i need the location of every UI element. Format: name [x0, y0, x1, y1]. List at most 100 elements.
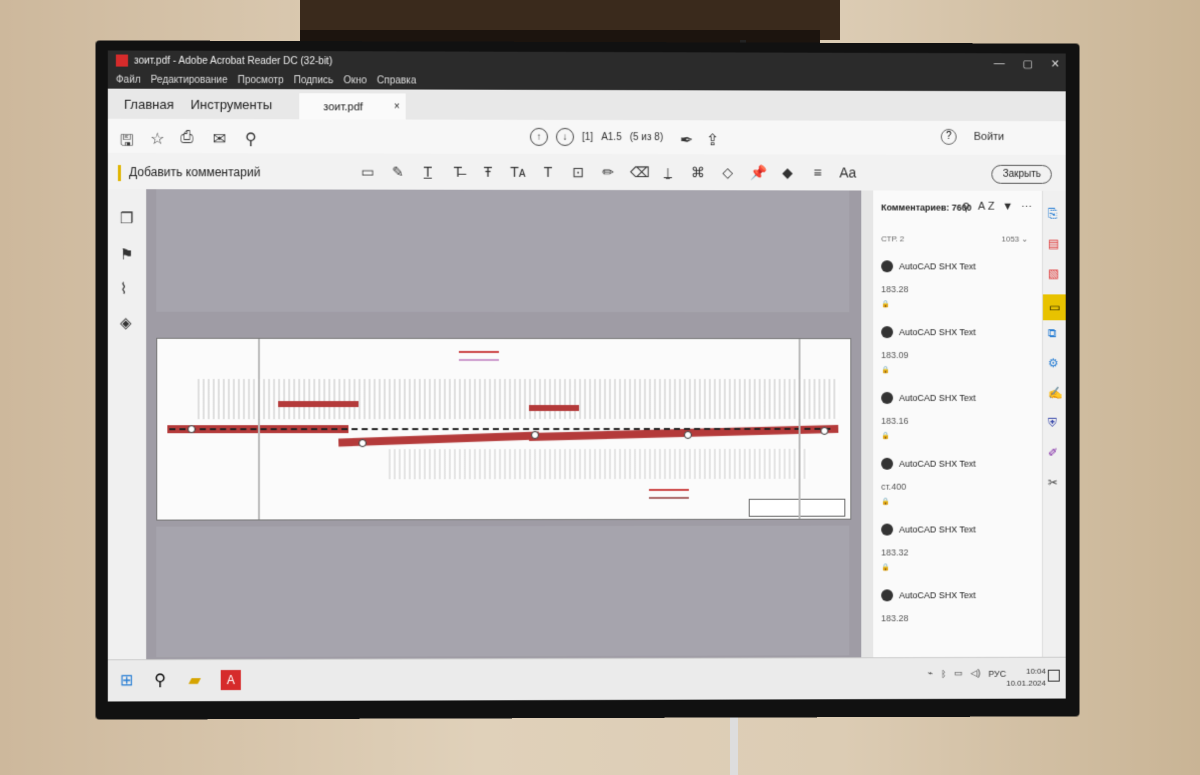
layers-icon[interactable]: ◈	[120, 314, 132, 332]
menu-view[interactable]: Просмотр	[238, 74, 284, 85]
next-page	[156, 525, 850, 658]
road-spur	[528, 405, 580, 412]
fill-sign-icon[interactable]: ✍	[1048, 386, 1063, 400]
add-text-icon[interactable]: T	[540, 164, 556, 181]
comment-text: 183.28	[881, 284, 909, 295]
menu-edit[interactable]: Редактирование	[151, 74, 228, 85]
lock-icon: 🔒	[881, 564, 890, 572]
document-scrollbar[interactable]	[861, 190, 874, 658]
help-icon[interactable]: ?	[940, 128, 957, 145]
text-box-icon[interactable]: ⊡	[570, 164, 586, 181]
tab-home[interactable]: Главная	[124, 97, 174, 112]
bookmark-icon[interactable]: ⚑	[120, 245, 134, 263]
screen: зоит.pdf - Adobe Acrobat Reader DC (32-b…	[107, 50, 1066, 702]
strikethrough-icon[interactable]: T̶	[450, 164, 466, 181]
menu-file[interactable]: Файл	[116, 74, 141, 85]
scan-ocr-icon[interactable]: ⚙	[1048, 356, 1059, 370]
lock-icon: 🔒	[881, 498, 890, 506]
minimize-button[interactable]: —	[994, 57, 1005, 69]
file-explorer-icon[interactable]: ▰	[189, 670, 201, 690]
protect-icon[interactable]: ⛨	[1048, 416, 1057, 431]
comment-author: AutoCAD SHX Text	[899, 392, 976, 403]
language-indicator[interactable]: РУС	[988, 668, 1006, 678]
notifications-icon[interactable]	[1047, 669, 1060, 682]
clock-time: 10:04	[1026, 666, 1046, 676]
comment-type-icon	[881, 391, 894, 404]
comments-page-label: СТР. 2	[881, 234, 905, 244]
bluetooth-icon[interactable]: ᛒ	[941, 668, 946, 678]
tab-document[interactable]: зоит.pdf ×	[299, 93, 406, 120]
print-icon[interactable]: ⎙	[180, 129, 193, 147]
font-size-icon[interactable]: Aa	[839, 165, 856, 182]
document-viewport[interactable]	[146, 189, 862, 660]
pin-icon[interactable]: 📌	[750, 164, 767, 181]
email-icon[interactable]: ✉	[213, 129, 227, 149]
sticky-note-icon[interactable]: ▭	[360, 164, 376, 181]
previous-page	[156, 189, 850, 313]
tab-tools[interactable]: Инструменты	[191, 97, 273, 112]
comment-toolbar: Добавить комментарий ▭ ✎ T̲ T̶ Ŧ Tᴀ T ⊡ …	[107, 152, 1066, 192]
page-number-input[interactable]: [1]	[582, 131, 593, 142]
fill-color-icon[interactable]: ◆	[780, 164, 796, 181]
underline-text-icon[interactable]: T̲	[420, 164, 436, 181]
comment-tool-icon[interactable]: ▭	[1042, 294, 1066, 321]
comments-page-count[interactable]: 1053 ⌄	[1002, 235, 1029, 244]
menu-help[interactable]: Справка	[377, 75, 416, 86]
road-centerline	[169, 427, 831, 433]
usb-icon[interactable]: ⌁	[928, 668, 933, 679]
clock[interactable]: 10:04 10.01.2024	[1006, 666, 1046, 690]
line-style-icon[interactable]: ≡	[809, 164, 825, 181]
prev-page-button[interactable]: ↑	[529, 127, 548, 146]
send-for-signature-icon[interactable]: ✐	[1048, 446, 1058, 460]
comment-text: 183.09	[881, 350, 909, 361]
create-pdf-icon[interactable]: ▤	[1048, 237, 1059, 251]
tools-rail: ⎘ ▤ ▧ ▭ ⧉ ⚙ ✍ ⛨ ✐ ✂	[1041, 190, 1066, 659]
insert-text-icon[interactable]: Tᴀ	[510, 164, 526, 181]
taskbar-search-icon[interactable]: ⚲	[154, 670, 166, 690]
comment-text: 183.16	[881, 415, 909, 426]
edit-pdf-icon[interactable]: ▧	[1048, 267, 1059, 281]
comment-type-icon	[881, 589, 894, 602]
battery-icon[interactable]: ▭	[954, 668, 962, 679]
drawing-page	[156, 337, 852, 521]
star-icon[interactable]: ☆	[150, 129, 164, 149]
attachment-icon[interactable]: ⌇	[120, 280, 127, 298]
shapes-icon[interactable]: ◇	[720, 164, 736, 181]
title-bar: зоит.pdf - Adobe Acrobat Reader DC (32-b…	[107, 50, 1066, 74]
pen-sign-icon[interactable]: ✒	[680, 130, 693, 150]
search-comments-icon[interactable]: ⚲	[962, 201, 970, 214]
maximize-button[interactable]: ▢	[1022, 57, 1032, 70]
close-comment-button[interactable]: Закрыть	[991, 164, 1052, 184]
volume-icon[interactable]: ◁)	[971, 668, 981, 679]
replace-text-icon[interactable]: Ŧ	[480, 164, 496, 181]
acrobat-taskbar-icon[interactable]: A	[220, 669, 241, 691]
more-options-icon[interactable]: ⋯	[1021, 201, 1032, 214]
next-page-button[interactable]: ↓	[555, 127, 574, 146]
sign-in-button[interactable]: Войти	[974, 131, 1005, 143]
close-tab-icon[interactable]: ×	[394, 101, 400, 112]
eraser-icon[interactable]: ⌫	[630, 164, 650, 181]
lock-icon: 🔒	[881, 301, 890, 309]
pencil-icon[interactable]: ✏	[600, 164, 616, 181]
legend-line	[648, 496, 689, 499]
search-icon[interactable]: ⚲	[245, 129, 257, 149]
share-icon[interactable]: ⇪	[706, 130, 719, 150]
comment-tools: ▭ ✎ T̲ T̶ Ŧ Tᴀ T ⊡ ✏ ⌫ ⍊ ⌘ ◇ 📌 ◆ ≡ Aa	[360, 164, 856, 182]
more-tools-icon[interactable]: ✂	[1048, 476, 1058, 490]
export-pdf-icon[interactable]: ⎘	[1048, 207, 1058, 222]
close-window-button[interactable]: ✕	[1051, 57, 1060, 70]
filter-icon[interactable]: ▼	[1002, 201, 1013, 214]
tabs-bar: Главная Инструменты зоит.pdf ×	[107, 88, 1066, 122]
windows-start-icon[interactable]: ⊞	[120, 670, 134, 690]
page-thumbnails-icon[interactable]: ❐	[120, 209, 134, 227]
menu-window[interactable]: Окно	[343, 75, 366, 86]
organize-pages-icon[interactable]: ⧉	[1048, 326, 1057, 341]
menu-sign[interactable]: Подпись	[294, 75, 334, 86]
save-icon[interactable]: 🖫	[120, 129, 134, 156]
highlight-icon[interactable]: ✎	[390, 164, 406, 181]
stamp-icon[interactable]: ⍊	[660, 164, 676, 181]
attach-icon[interactable]: ⌘	[690, 164, 706, 181]
drawing-line	[257, 338, 260, 520]
sort-icon[interactable]: A Z	[978, 201, 994, 214]
comment-author: AutoCAD SHX Text	[899, 327, 976, 338]
